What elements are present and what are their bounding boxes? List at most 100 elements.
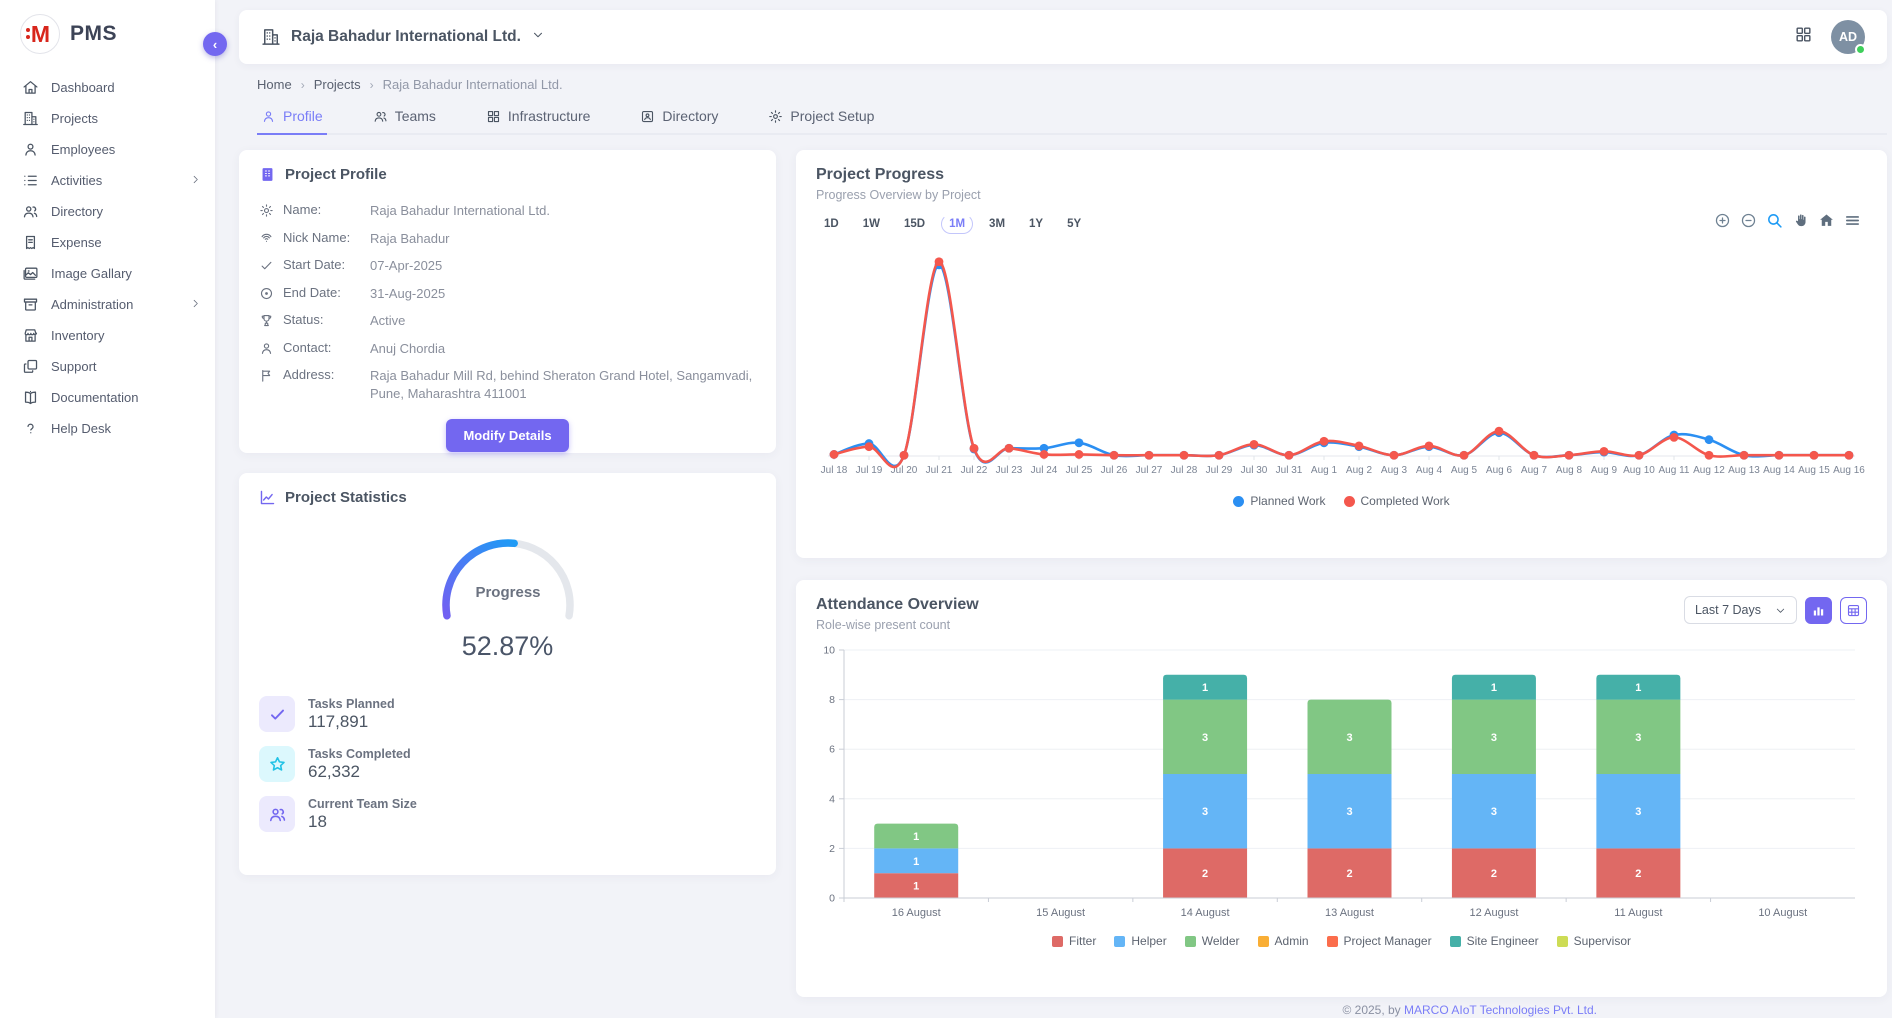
svg-text:3: 3: [1491, 806, 1497, 818]
apps-grid-icon[interactable]: [1794, 25, 1813, 49]
card-title: Project Profile: [285, 166, 387, 183]
tab-profile[interactable]: Profile: [257, 102, 327, 135]
legend-item[interactable]: Site Engineer: [1450, 934, 1539, 948]
brand-logo[interactable]: M PMS: [0, 0, 215, 64]
stat-value: 18: [308, 812, 417, 832]
svg-text:11 August: 11 August: [1614, 907, 1662, 919]
legend-item[interactable]: Supervisor: [1557, 934, 1631, 948]
legend-item[interactable]: Planned Work: [1233, 494, 1325, 508]
range-1y[interactable]: 1Y: [1021, 214, 1051, 234]
trophy-icon: [259, 313, 274, 328]
sidebar-item-image-gallery[interactable]: Image Gallary: [0, 258, 215, 289]
chart-toolbar: [1714, 212, 1861, 229]
tab-label: Profile: [283, 108, 323, 124]
menu-icon[interactable]: [1844, 212, 1861, 229]
attendance-bar-chart[interactable]: 024681016 August11115 August14 August233…: [816, 642, 1867, 932]
tab-directory[interactable]: Directory: [636, 102, 722, 133]
sidebar-collapse-button[interactable]: ‹: [203, 32, 227, 56]
sidebar-item-projects[interactable]: Projects: [0, 103, 215, 134]
range-5y[interactable]: 5Y: [1059, 214, 1089, 234]
selection-zoom-icon[interactable]: [1766, 212, 1783, 229]
gauge-percent: 52.87%: [259, 631, 756, 662]
field-value: Anuj Chordia: [370, 340, 445, 358]
brand-logo-icon: M: [20, 14, 60, 54]
svg-text:Aug 1: Aug 1: [1311, 465, 1338, 476]
svg-text:10 August: 10 August: [1758, 907, 1807, 919]
company-name: Raja Bahadur International Ltd.: [291, 28, 521, 46]
chevron-down-icon: [531, 28, 545, 47]
zoom-in-icon[interactable]: [1714, 212, 1731, 229]
modify-details-button[interactable]: Modify Details: [446, 419, 568, 452]
copy-icon: [22, 358, 39, 375]
avatar-initials: AD: [1839, 30, 1857, 44]
svg-text:3: 3: [1202, 732, 1208, 744]
legend-item[interactable]: Project Manager: [1327, 934, 1432, 948]
breadcrumb-separator: ›: [370, 78, 374, 92]
sidebar-item-expense[interactable]: Expense: [0, 227, 215, 258]
book-icon: [22, 389, 39, 406]
table-view-toggle[interactable]: [1840, 597, 1867, 624]
chart-line-icon: [259, 489, 276, 506]
archive-box-icon: [22, 296, 39, 313]
range-1d[interactable]: 1D: [816, 214, 847, 234]
chevron-right-icon: [190, 173, 201, 188]
legend-item[interactable]: Helper: [1114, 934, 1166, 948]
svg-text:14 August: 14 August: [1181, 907, 1230, 919]
tab-infrastructure[interactable]: Infrastructure: [482, 102, 594, 133]
legend-item[interactable]: Completed Work: [1344, 494, 1450, 508]
sidebar-item-employees[interactable]: Employees: [0, 134, 215, 165]
legend-item[interactable]: Admin: [1258, 934, 1309, 948]
zoom-out-icon[interactable]: [1740, 212, 1757, 229]
range-3m[interactable]: 3M: [981, 214, 1013, 234]
sidebar-item-support[interactable]: Support: [0, 351, 215, 382]
tab-project-setup[interactable]: Project Setup: [764, 102, 878, 133]
sidebar-item-activities[interactable]: Activities: [0, 165, 215, 196]
sidebar-item-label: Employees: [51, 142, 115, 157]
company-building-icon: [261, 27, 281, 47]
sidebar-item-label: Activities: [51, 173, 102, 188]
range-15d[interactable]: 15D: [896, 214, 933, 234]
footer: © 2025, by MARCO AIoT Technologies Pvt. …: [239, 997, 1887, 1017]
avatar[interactable]: AD: [1831, 20, 1865, 54]
profile-fields: Name: Raja Bahadur International Ltd. Ni…: [259, 197, 756, 407]
attendance-controls: Last 7 Days: [1684, 596, 1867, 624]
sidebar-item-label: Projects: [51, 111, 98, 126]
attendance-range-select[interactable]: Last 7 Days: [1684, 596, 1797, 624]
sidebar-item-directory[interactable]: Directory: [0, 196, 215, 227]
tab-bar: Profile Teams Infrastructure Directory P…: [257, 102, 1887, 135]
svg-text:Aug 14: Aug 14: [1763, 465, 1795, 476]
tab-teams[interactable]: Teams: [369, 102, 440, 133]
range-1w[interactable]: 1W: [855, 214, 888, 234]
card-title: Project Statistics: [285, 489, 407, 506]
legend-item[interactable]: Welder: [1185, 934, 1240, 948]
range-selector: 1D 1W 15D 1M 3M 1Y 5Y: [816, 214, 1867, 234]
selected-range: Last 7 Days: [1695, 603, 1761, 617]
legend-item[interactable]: Fitter: [1052, 934, 1096, 948]
svg-text:Jul 24: Jul 24: [1031, 465, 1058, 476]
sidebar-item-dashboard[interactable]: Dashboard: [0, 72, 215, 103]
gear-icon: [768, 109, 783, 124]
footer-company-link[interactable]: MARCO AIoT Technologies Pvt. Ltd.: [1404, 1003, 1597, 1017]
breadcrumb-home[interactable]: Home: [257, 77, 292, 92]
stat-value: 62,332: [308, 762, 411, 782]
field-address: Address: Raja Bahadur Mill Rd, behind Sh…: [259, 362, 756, 407]
sidebar-item-administration[interactable]: Administration: [0, 289, 215, 320]
svg-text:Jul 21: Jul 21: [926, 465, 953, 476]
check-icon: [259, 258, 274, 273]
home-icon[interactable]: [1818, 212, 1835, 229]
sidebar-item-help-desk[interactable]: Help Desk: [0, 413, 215, 444]
svg-text:1: 1: [1635, 682, 1641, 694]
progress-line-chart[interactable]: Jul 18Jul 19Jul 20Jul 21Jul 22Jul 23Jul …: [816, 240, 1867, 492]
company-selector[interactable]: Raja Bahadur International Ltd.: [261, 27, 545, 47]
sidebar: M PMS Dashboard Projects Employees Activ…: [0, 0, 215, 1018]
range-1m[interactable]: 1M: [941, 214, 973, 234]
field-label: Name:: [283, 202, 361, 217]
card-title: Attendance Overview: [816, 596, 979, 614]
legend-label: Planned Work: [1250, 494, 1325, 508]
chart-view-toggle[interactable]: [1805, 597, 1832, 624]
svg-text:Jul 26: Jul 26: [1101, 465, 1128, 476]
sidebar-item-inventory[interactable]: Inventory: [0, 320, 215, 351]
sidebar-item-documentation[interactable]: Documentation: [0, 382, 215, 413]
breadcrumb-projects[interactable]: Projects: [314, 77, 361, 92]
pan-hand-icon[interactable]: [1792, 212, 1809, 229]
